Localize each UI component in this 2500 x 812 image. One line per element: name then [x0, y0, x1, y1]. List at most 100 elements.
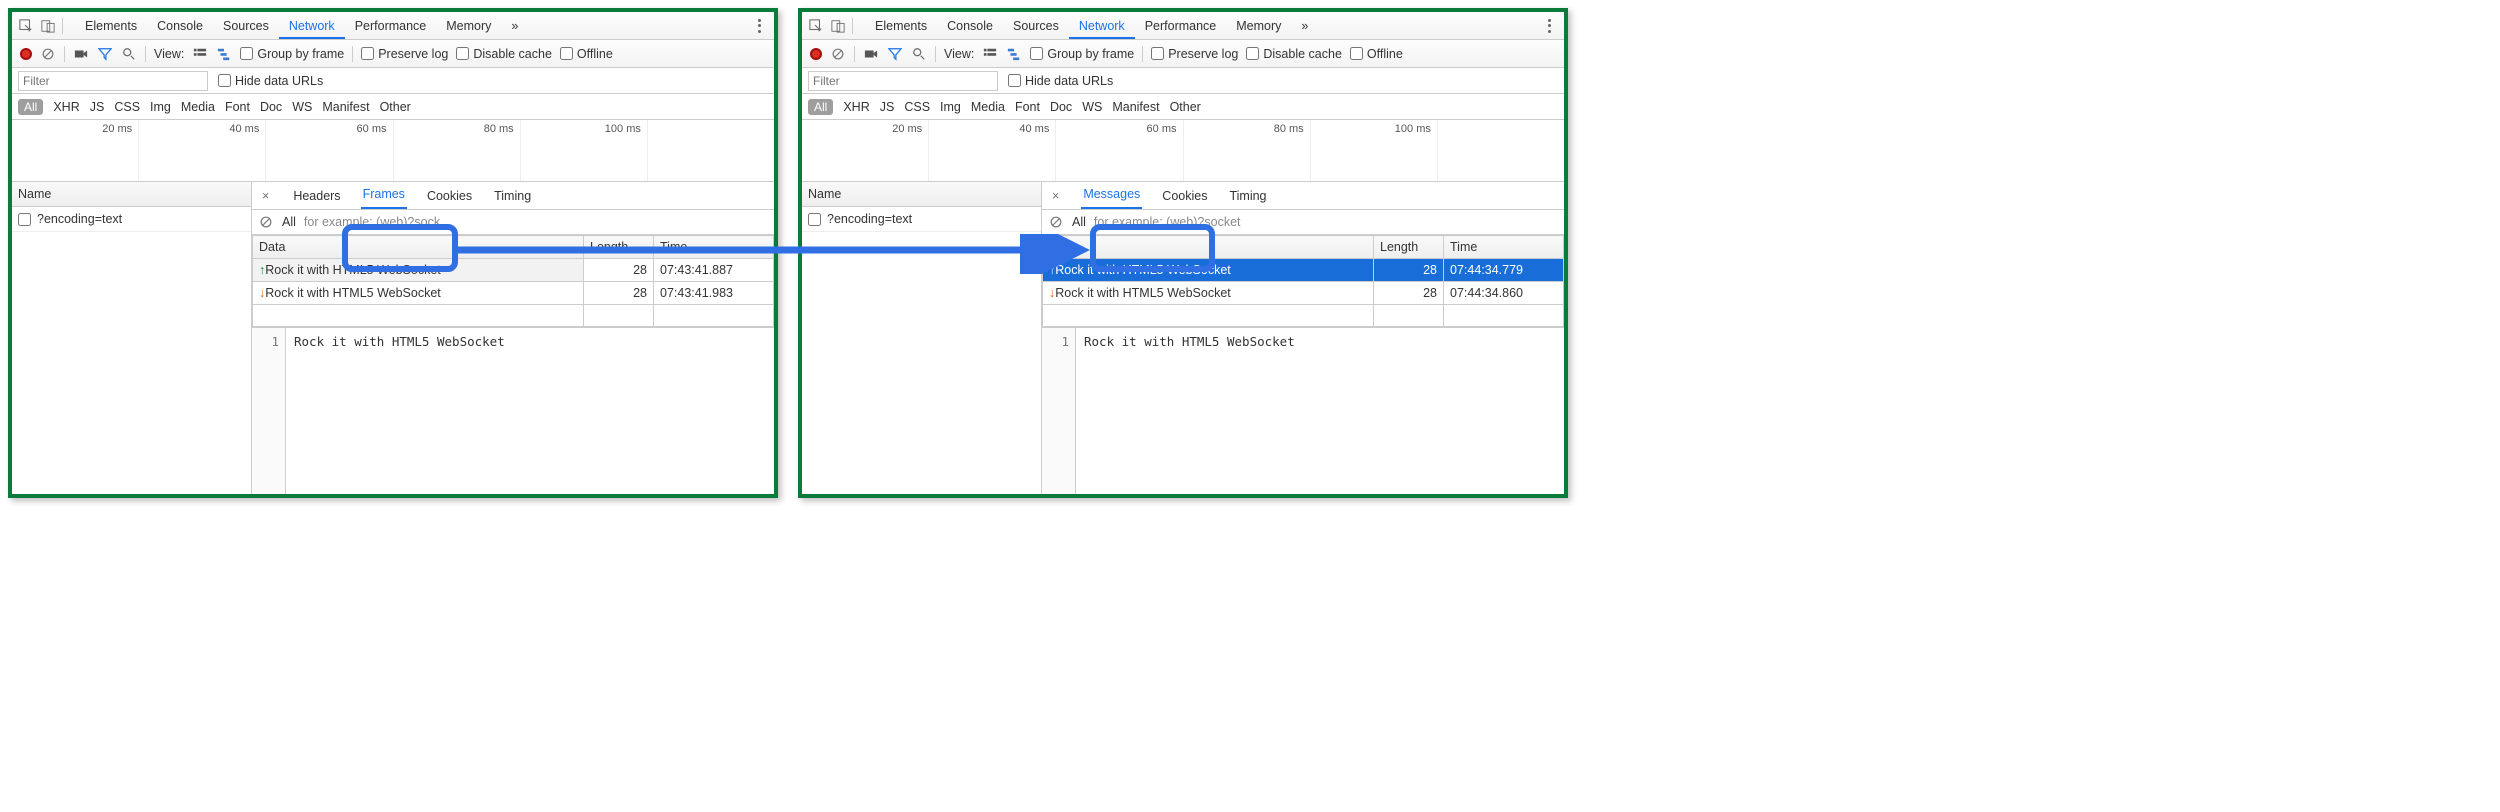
type-js[interactable]: JS — [880, 100, 895, 114]
view-list-icon[interactable] — [192, 46, 208, 62]
frames-all[interactable]: All — [282, 215, 296, 229]
request-row[interactable]: ?encoding=text — [12, 207, 251, 232]
payload-text[interactable]: Rock it with HTML5 WebSocket — [1076, 328, 1303, 494]
payload-text[interactable]: Rock it with HTML5 WebSocket — [286, 328, 513, 494]
search-icon[interactable] — [911, 46, 927, 62]
tab-memory[interactable]: Memory — [436, 13, 501, 39]
frames-all[interactable]: All — [1072, 215, 1086, 229]
tab-console[interactable]: Console — [937, 13, 1003, 39]
type-font[interactable]: Font — [1015, 100, 1040, 114]
table-row[interactable]: ↑Rock it with HTML5 WebSocket 28 07:43:4… — [253, 259, 774, 282]
type-manifest[interactable]: Manifest — [1112, 100, 1159, 114]
type-xhr[interactable]: XHR — [843, 100, 869, 114]
type-all[interactable]: All — [18, 99, 43, 115]
hide-data-urls-checkbox[interactable]: Hide data URLs — [1008, 74, 1113, 88]
type-css[interactable]: CSS — [904, 100, 930, 114]
timeline[interactable]: 20 ms 40 ms 60 ms 80 ms 100 ms — [802, 120, 1564, 182]
disable-cache-checkbox[interactable]: Disable cache — [456, 47, 552, 61]
filter-icon[interactable] — [97, 46, 113, 62]
inspect-icon[interactable] — [808, 18, 824, 34]
device-icon[interactable] — [40, 18, 56, 34]
filter-icon[interactable] — [887, 46, 903, 62]
type-other[interactable]: Other — [380, 100, 411, 114]
type-img[interactable]: Img — [150, 100, 171, 114]
type-img[interactable]: Img — [940, 100, 961, 114]
col-time[interactable]: Time — [654, 236, 774, 259]
clear-icon[interactable] — [830, 46, 846, 62]
network-toolbar: View: Group by frame Preserve log Disabl… — [802, 40, 1564, 68]
tab-network[interactable]: Network — [1069, 13, 1135, 39]
tab-sources[interactable]: Sources — [213, 13, 279, 39]
tab-performance[interactable]: Performance — [1135, 13, 1227, 39]
tabs-overflow[interactable]: » — [501, 13, 528, 39]
type-css[interactable]: CSS — [114, 100, 140, 114]
kebab-icon[interactable] — [752, 18, 768, 34]
tab-cookies[interactable]: Cookies — [1160, 189, 1209, 209]
type-doc[interactable]: Doc — [1050, 100, 1072, 114]
tab-timing[interactable]: Timing — [492, 189, 533, 209]
offline-checkbox[interactable]: Offline — [1350, 47, 1403, 61]
tab-elements[interactable]: Elements — [75, 13, 147, 39]
clear-frames-icon[interactable] — [1048, 214, 1064, 230]
group-checkbox[interactable]: Group by frame — [240, 47, 344, 61]
close-icon[interactable]: × — [1052, 189, 1063, 209]
request-row[interactable]: ?encoding=text — [802, 207, 1041, 232]
kebab-icon[interactable] — [1542, 18, 1558, 34]
clear-icon[interactable] — [40, 46, 56, 62]
line-number: 1 — [252, 328, 286, 494]
filter-input[interactable] — [18, 71, 208, 91]
disable-cache-checkbox[interactable]: Disable cache — [1246, 47, 1342, 61]
col-length[interactable]: Length — [584, 236, 654, 259]
filter-input[interactable] — [808, 71, 998, 91]
type-xhr[interactable]: XHR — [53, 100, 79, 114]
tab-memory[interactable]: Memory — [1226, 13, 1291, 39]
tab-network[interactable]: Network — [279, 13, 345, 39]
record-icon[interactable] — [810, 48, 822, 60]
inspect-icon[interactable] — [18, 18, 34, 34]
type-js[interactable]: JS — [90, 100, 105, 114]
device-icon[interactable] — [830, 18, 846, 34]
request-checkbox[interactable] — [18, 213, 31, 226]
tab-console[interactable]: Console — [147, 13, 213, 39]
tab-timing[interactable]: Timing — [1227, 189, 1268, 209]
tab-headers[interactable]: Headers — [291, 189, 342, 209]
offline-checkbox[interactable]: Offline — [560, 47, 613, 61]
type-other[interactable]: Other — [1170, 100, 1201, 114]
type-media[interactable]: Media — [971, 100, 1005, 114]
type-all[interactable]: All — [808, 99, 833, 115]
type-ws[interactable]: WS — [1082, 100, 1102, 114]
tab-frames[interactable]: Frames — [361, 187, 407, 209]
col-length[interactable]: Length — [1374, 236, 1444, 259]
tab-messages[interactable]: Messages — [1081, 187, 1142, 209]
type-ws[interactable]: WS — [292, 100, 312, 114]
group-checkbox[interactable]: Group by frame — [1030, 47, 1134, 61]
type-doc[interactable]: Doc — [260, 100, 282, 114]
clear-frames-icon[interactable] — [258, 214, 274, 230]
timeline[interactable]: 20 ms 40 ms 60 ms 80 ms 100 ms — [12, 120, 774, 182]
table-row[interactable]: ↓Rock it with HTML5 WebSocket 28 07:44:3… — [1043, 282, 1564, 305]
type-manifest[interactable]: Manifest — [322, 100, 369, 114]
tab-elements[interactable]: Elements — [865, 13, 937, 39]
type-media[interactable]: Media — [181, 100, 215, 114]
tab-sources[interactable]: Sources — [1003, 13, 1069, 39]
name-header[interactable]: Name — [12, 182, 251, 207]
preserve-checkbox[interactable]: Preserve log — [361, 47, 448, 61]
record-icon[interactable] — [20, 48, 32, 60]
request-checkbox[interactable] — [808, 213, 821, 226]
hide-data-urls-checkbox[interactable]: Hide data URLs — [218, 74, 323, 88]
search-icon[interactable] — [121, 46, 137, 62]
tab-cookies[interactable]: Cookies — [425, 189, 474, 209]
view-waterfall-icon[interactable] — [216, 46, 232, 62]
tabs-overflow[interactable]: » — [1291, 13, 1318, 39]
camera-icon[interactable] — [863, 46, 879, 62]
col-time[interactable]: Time — [1444, 236, 1564, 259]
name-header[interactable]: Name — [802, 182, 1041, 207]
tab-performance[interactable]: Performance — [345, 13, 437, 39]
view-list-icon[interactable] — [982, 46, 998, 62]
table-row[interactable]: ↓Rock it with HTML5 WebSocket 28 07:43:4… — [253, 282, 774, 305]
close-icon[interactable]: × — [262, 189, 273, 209]
type-font[interactable]: Font — [225, 100, 250, 114]
preserve-checkbox[interactable]: Preserve log — [1151, 47, 1238, 61]
camera-icon[interactable] — [73, 46, 89, 62]
view-waterfall-icon[interactable] — [1006, 46, 1022, 62]
